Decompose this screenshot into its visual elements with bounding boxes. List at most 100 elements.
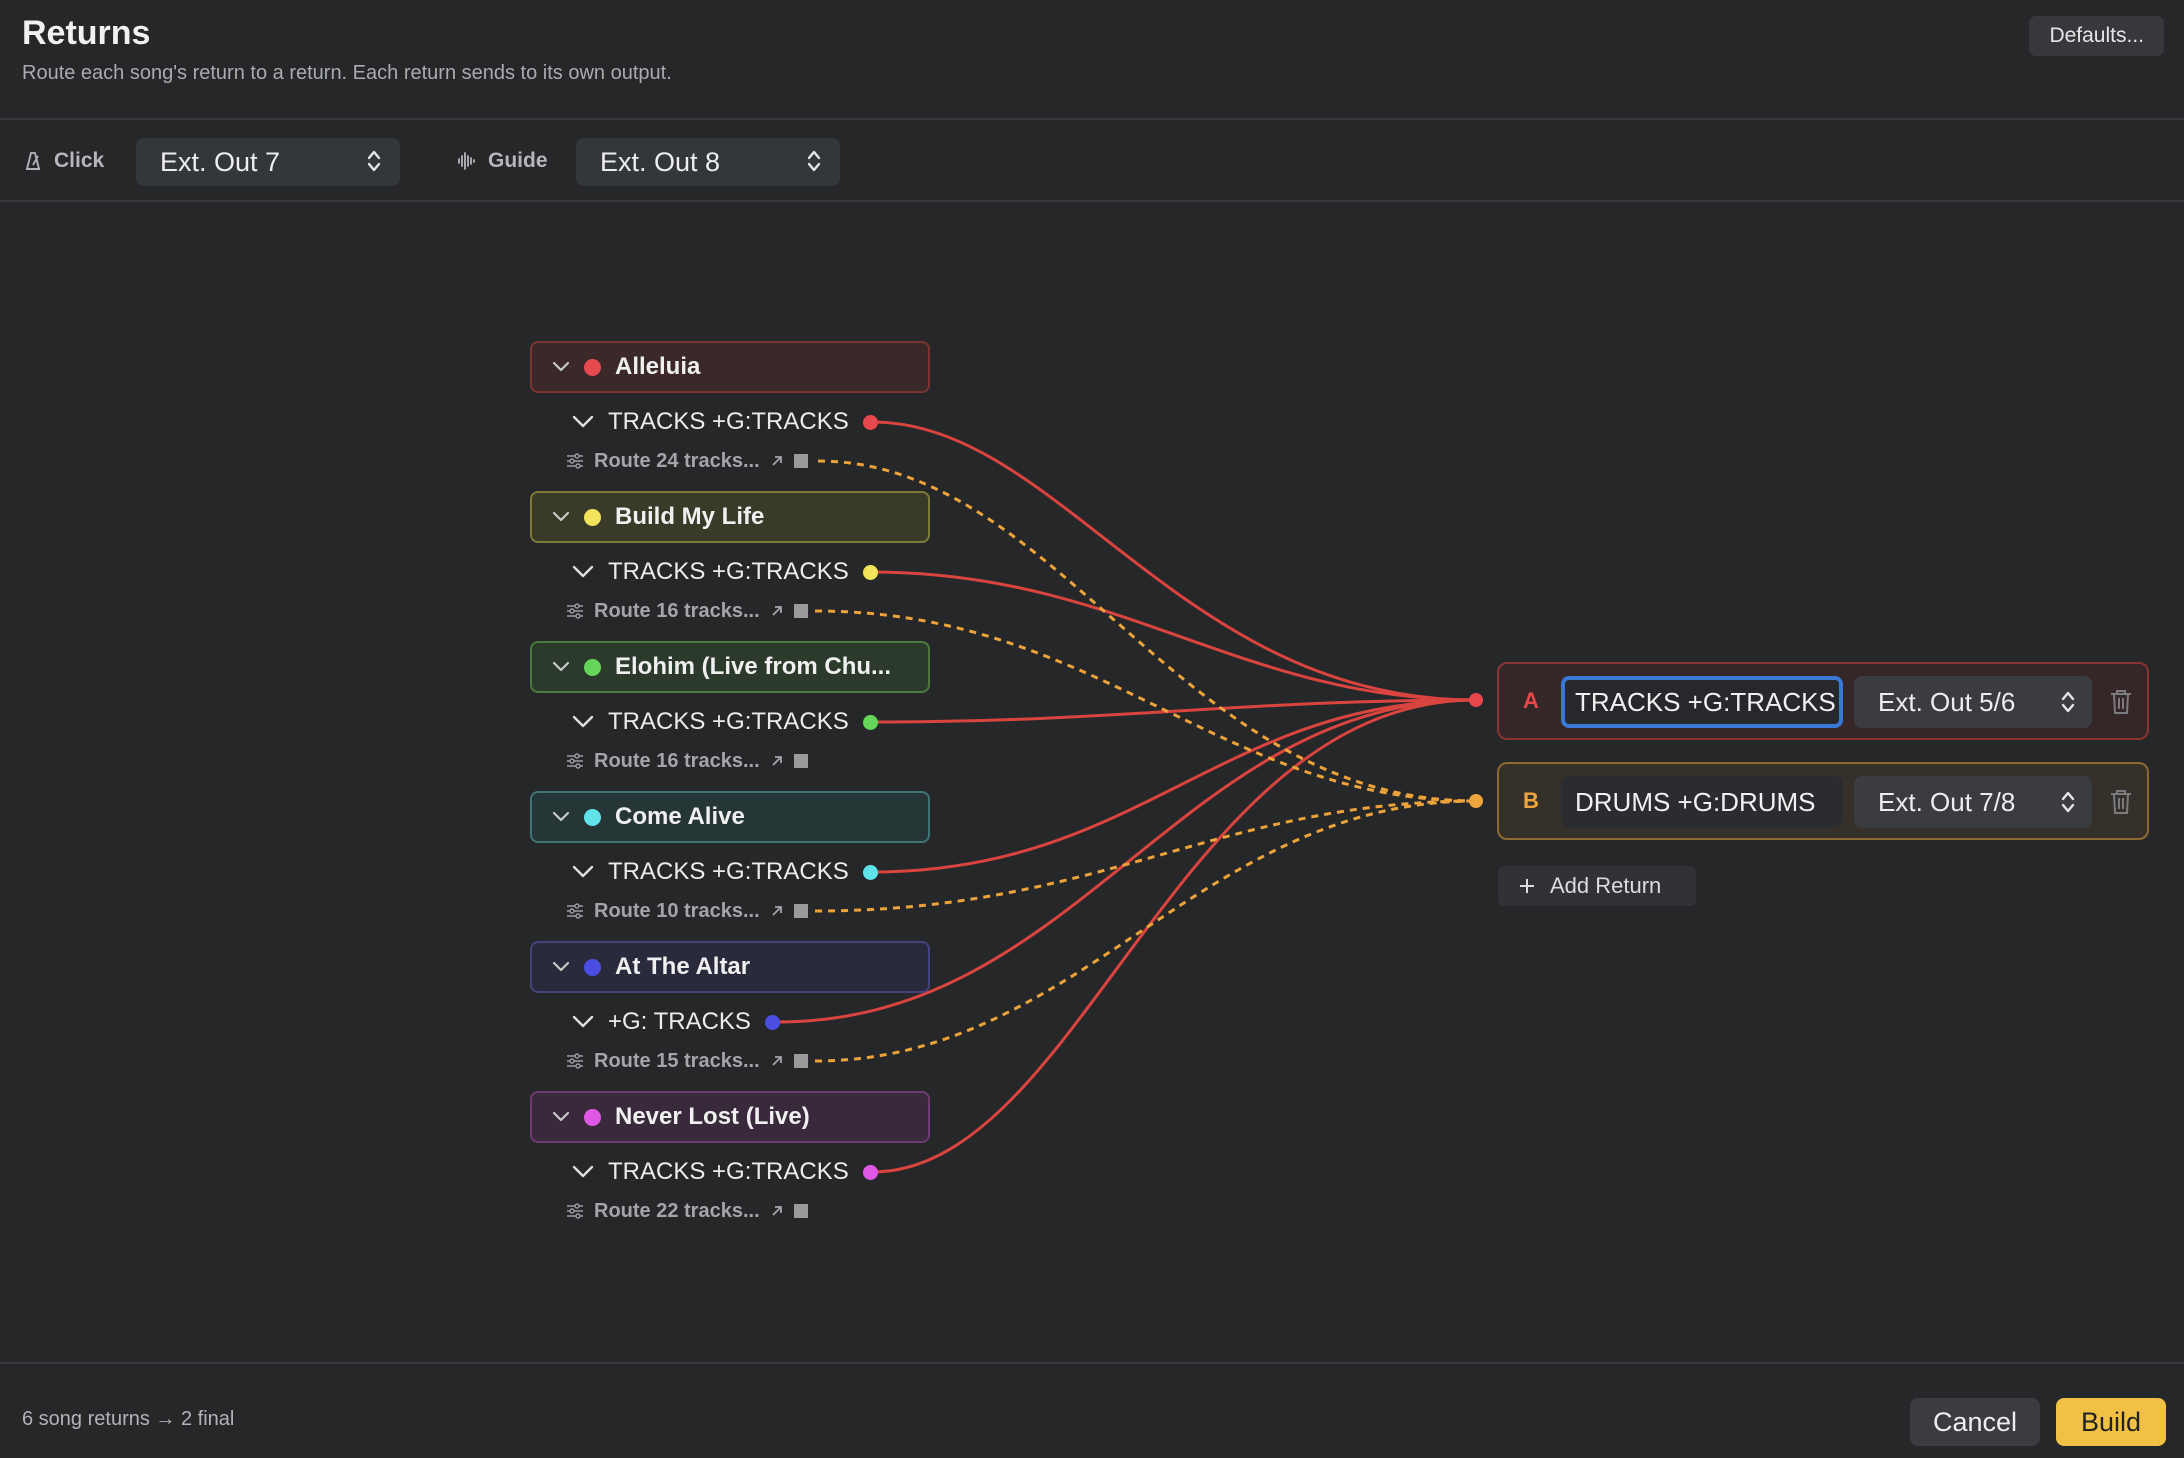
song-header[interactable]: Elohim (Live from Chu... (530, 641, 930, 693)
up-down-chevron-icon (807, 150, 821, 172)
song-return-label: TRACKS +G:TRACKS (608, 858, 849, 885)
chevron-down-icon[interactable] (572, 565, 594, 579)
guide-output-value: Ext. Out 8 (600, 146, 721, 177)
arrow-up-right-icon[interactable] (770, 1054, 784, 1068)
click-label-group: Click (22, 144, 104, 178)
return-a-input-port[interactable] (1469, 693, 1483, 707)
song-return-label: TRACKS +G:TRACKS (608, 408, 849, 435)
chevron-down-icon[interactable] (552, 1111, 570, 1123)
song-return-row[interactable]: +G: TRACKS (572, 1002, 780, 1042)
route-output-port[interactable] (793, 1204, 808, 1218)
route-output-port[interactable] (793, 454, 808, 468)
click-output-select[interactable]: Ext. Out 7 (136, 138, 400, 186)
return-output-port[interactable] (862, 714, 878, 730)
build-button[interactable]: Build (2056, 1398, 2166, 1446)
song-return-row[interactable]: TRACKS +G:TRACKS (572, 702, 878, 742)
song-name: Elohim (Live from Chu... (615, 653, 892, 680)
wire-build-my-life-to-a (871, 570, 1477, 702)
route-tracks-row[interactable]: Route 16 tracks... (566, 746, 808, 776)
song-header[interactable]: Alleluia (530, 341, 930, 393)
song-name: Come Alive (615, 803, 745, 830)
guide-output-select[interactable]: Ext. Out 8 (576, 138, 840, 186)
route-tracks-label: Route 16 tracks... (594, 749, 760, 772)
song-header[interactable]: At The Altar (530, 941, 930, 993)
return-output-select[interactable]: Ext. Out 5/6 (1854, 676, 2092, 728)
wire-never-lost-to-a (871, 698, 1477, 1174)
return-output-port[interactable] (862, 414, 878, 430)
add-return-button[interactable]: Add Return (1498, 866, 1696, 906)
page-title: Returns (22, 14, 151, 52)
chevron-down-icon[interactable] (552, 361, 570, 373)
route-tracks-row[interactable]: Route 16 tracks... (566, 596, 808, 626)
route-output-port[interactable] (793, 904, 808, 918)
chevron-down-icon[interactable] (552, 661, 570, 673)
song-color-dot (584, 808, 601, 826)
cancel-button[interactable]: Cancel (1910, 1398, 2040, 1446)
return-output-value: Ext. Out 5/6 (1878, 686, 2016, 717)
return-output-port[interactable] (862, 864, 878, 880)
return-output-value: Ext. Out 7/8 (1878, 786, 2016, 817)
song-return-row[interactable]: TRACKS +G:TRACKS (572, 852, 878, 892)
wire-elohim-to-a (871, 698, 1477, 724)
arrow-up-right-icon[interactable] (770, 604, 784, 618)
route-output-port[interactable] (793, 1054, 808, 1068)
arrow-up-right-icon[interactable] (770, 904, 784, 918)
trash-icon[interactable] (2109, 788, 2133, 816)
song-color-dot (584, 358, 601, 376)
chevron-down-icon[interactable] (552, 811, 570, 823)
page-subtitle: Route each song's return to a return. Ea… (22, 62, 672, 84)
song-return-label: TRACKS +G:TRACKS (608, 708, 849, 735)
return-name-field[interactable]: DRUMS +G:DRUMS (1561, 776, 1843, 828)
route-tracks-row[interactable]: Route 15 tracks... (566, 1046, 808, 1076)
song-name: Alleluia (615, 353, 701, 380)
song-return-row[interactable]: TRACKS +G:TRACKS (572, 402, 878, 442)
return-name-value: TRACKS +G:TRACKS (1575, 686, 1836, 717)
waveform-icon (458, 152, 475, 170)
footer: 6 song returns → 2 final Cancel Build (0, 1362, 2184, 1458)
route-tracks-row[interactable]: Route 22 tracks... (566, 1196, 808, 1226)
song-return-row[interactable]: TRACKS +G:TRACKS (572, 552, 878, 592)
trash-icon[interactable] (2109, 688, 2133, 716)
return-output-port[interactable] (862, 1164, 878, 1180)
chevron-down-icon[interactable] (552, 511, 570, 523)
chevron-down-icon[interactable] (572, 1015, 594, 1029)
song-color-dot (584, 658, 601, 676)
route-output-port[interactable] (793, 604, 808, 618)
up-down-chevron-icon (2061, 791, 2075, 813)
chevron-down-icon[interactable] (572, 415, 594, 429)
return-name-value: DRUMS +G:DRUMS (1575, 786, 1816, 817)
chevron-down-icon[interactable] (572, 715, 594, 729)
return-b-input-port[interactable] (1469, 794, 1483, 808)
song-color-dot (584, 1108, 601, 1126)
song-return-label: TRACKS +G:TRACKS (608, 1158, 849, 1185)
return-output-port[interactable] (862, 564, 878, 580)
arrow-up-right-icon[interactable] (770, 454, 784, 468)
up-down-chevron-icon (367, 150, 381, 172)
song-name: Build My Life (615, 503, 765, 530)
route-output-port[interactable] (793, 754, 808, 768)
arrow-up-right-icon[interactable] (770, 754, 784, 768)
route-tracks-row[interactable]: Route 10 tracks... (566, 896, 808, 926)
song-header[interactable]: Come Alive (530, 791, 930, 843)
route-tracks-label: Route 22 tracks... (594, 1199, 760, 1222)
sliders-icon (567, 1053, 583, 1069)
sliders-icon (567, 603, 583, 619)
song-header[interactable]: Build My Life (530, 491, 930, 543)
return-letter: A (1523, 688, 1539, 713)
song-return-row[interactable]: TRACKS +G:TRACKS (572, 1152, 878, 1192)
chevron-down-icon[interactable] (572, 1165, 594, 1179)
defaults-button[interactable]: Defaults... (2029, 16, 2164, 56)
chevron-down-icon[interactable] (552, 961, 570, 973)
return-letter: B (1523, 788, 1539, 813)
sliders-icon (567, 903, 583, 919)
return-output-port[interactable] (764, 1014, 780, 1030)
sliders-icon (567, 753, 583, 769)
return-name-field[interactable]: TRACKS +G:TRACKS (1561, 676, 1843, 728)
route-tracks-row[interactable]: Route 24 tracks... (566, 446, 808, 476)
plus-icon (1520, 879, 1534, 893)
chevron-down-icon[interactable] (572, 865, 594, 879)
song-header[interactable]: Never Lost (Live) (530, 1091, 930, 1143)
arrow-up-right-icon[interactable] (770, 1204, 784, 1218)
guide-label-group: Guide (456, 144, 548, 178)
return-output-select[interactable]: Ext. Out 7/8 (1854, 776, 2092, 828)
